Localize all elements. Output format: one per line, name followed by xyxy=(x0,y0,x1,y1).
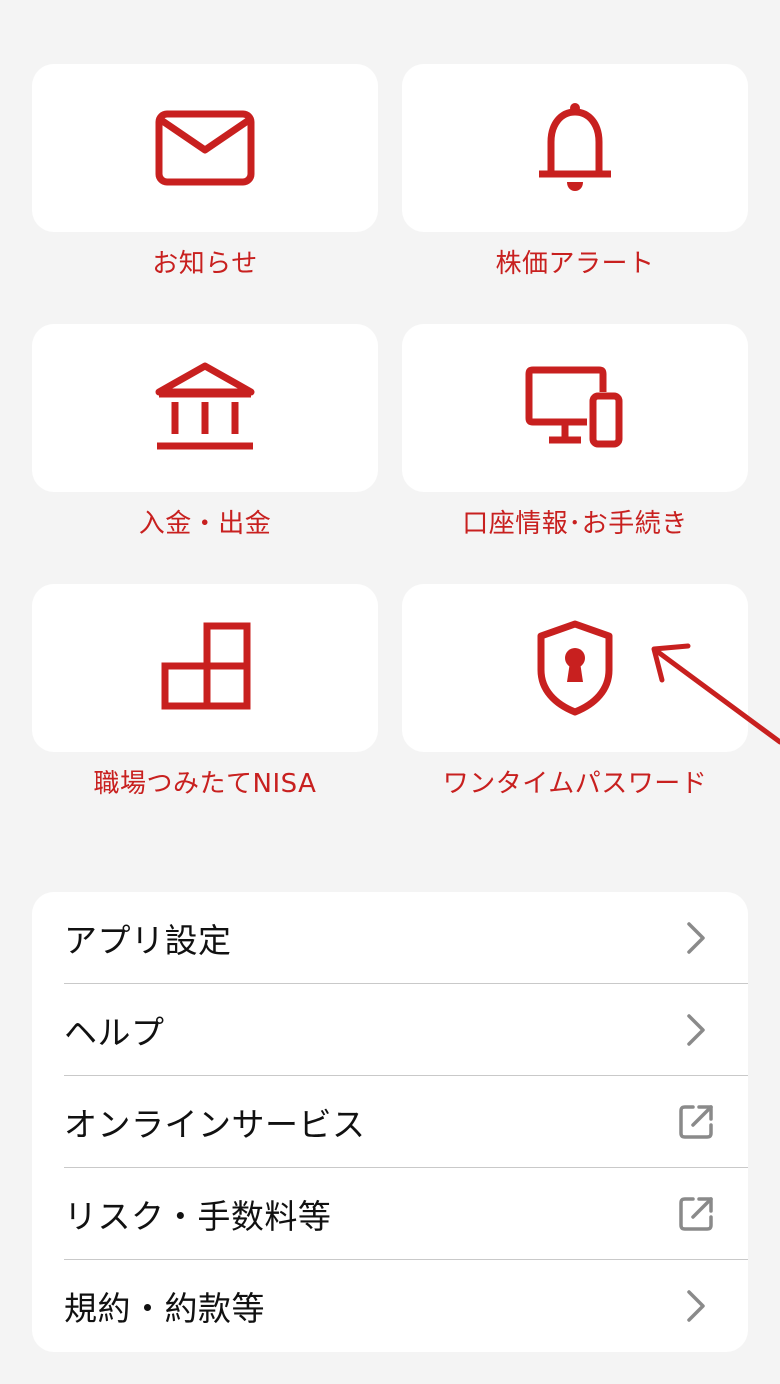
blocks-icon xyxy=(159,622,251,714)
menu-item-label: リスク・手数料等 xyxy=(64,1197,332,1236)
external-link-icon xyxy=(676,1194,716,1234)
tile-notifications[interactable]: お知らせ xyxy=(32,64,378,282)
shield-lock-icon xyxy=(535,620,615,716)
tile-label: 株価アラート xyxy=(495,249,655,279)
annotation-arrow-icon xyxy=(651,643,780,745)
menu-item-risk-fees[interactable]: リスク・手数料等 xyxy=(64,1168,716,1260)
tile-label: 口座情報･お手続き xyxy=(462,509,688,539)
tile-card[interactable] xyxy=(32,64,378,232)
chevron-right-icon xyxy=(676,1010,716,1050)
tile-workplace-nisa[interactable]: 職場つみたてNISA xyxy=(32,584,378,802)
menu-item-label: オンラインサービス xyxy=(64,1105,366,1144)
external-link-icon xyxy=(676,1102,716,1142)
menu-item-terms[interactable]: 規約・約款等 xyxy=(64,1260,716,1352)
chevron-right-icon xyxy=(676,918,716,958)
menu-item-app-settings[interactable]: アプリ設定 xyxy=(64,892,716,984)
tile-stock-alert[interactable]: 株価アラート xyxy=(402,64,748,282)
settings-menu: アプリ設定 ヘルプ オンラインサービス リスク・手数料等 規約・約款等 xyxy=(32,892,748,1352)
bank-icon xyxy=(155,362,255,454)
menu-item-label: ヘルプ xyxy=(64,1013,165,1052)
tile-deposit-withdraw[interactable]: 入金・出金 xyxy=(32,324,378,542)
tile-label: 入金・出金 xyxy=(138,509,272,539)
menu-item-label: 規約・約款等 xyxy=(64,1289,265,1328)
menu-item-label: アプリ設定 xyxy=(64,921,232,960)
chevron-right-icon xyxy=(676,1286,716,1326)
tile-label: 職場つみたてNISA xyxy=(93,769,317,799)
menu-item-help[interactable]: ヘルプ xyxy=(64,984,716,1076)
tile-account-info[interactable]: 口座情報･お手続き xyxy=(402,324,748,542)
envelope-icon xyxy=(155,110,255,186)
tile-label: お知らせ xyxy=(152,249,258,279)
tile-card[interactable] xyxy=(32,584,378,752)
devices-icon xyxy=(525,366,625,450)
tile-label: ワンタイムパスワード xyxy=(442,769,708,799)
menu-item-online-services[interactable]: オンラインサービス xyxy=(64,1076,716,1168)
tile-card[interactable] xyxy=(402,324,748,492)
tile-card[interactable] xyxy=(402,64,748,232)
tile-card[interactable] xyxy=(32,324,378,492)
bell-icon xyxy=(535,102,615,194)
